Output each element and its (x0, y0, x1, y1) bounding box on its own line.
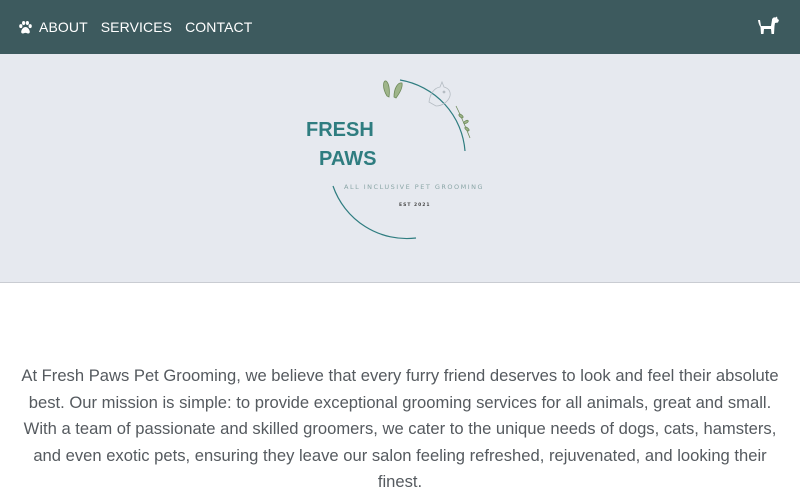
hero-banner: FRESH PAWS ALL INCLUSIVE PET GROOMING ES… (0, 54, 800, 283)
nav-menu: ABOUT SERVICES CONTACT (0, 19, 265, 35)
logo-tagline: ALL INCLUSIVE PET GROOMING (344, 183, 484, 191)
cat-icon (428, 80, 451, 107)
leaf-sprig-icon (455, 105, 471, 139)
logo-paws-text: PAWS (319, 148, 376, 170)
nav-link-contact[interactable]: CONTACT (185, 19, 252, 35)
logo-fresh-text: FRESH (306, 119, 374, 141)
navbar: ABOUT SERVICES CONTACT (0, 0, 800, 54)
nav-link-about[interactable]: ABOUT (39, 19, 88, 35)
dog-icon[interactable] (756, 14, 780, 38)
logo-est: EST 2021 (399, 202, 430, 208)
logo-arc-bottom (332, 185, 417, 240)
about-section: At Fresh Paws Pet Grooming, we believe t… (0, 283, 800, 496)
paw-icon[interactable] (18, 20, 33, 35)
bunny-ears-icon (383, 80, 403, 99)
mission-paragraph: At Fresh Paws Pet Grooming, we believe t… (21, 366, 779, 491)
nav-link-services[interactable]: SERVICES (101, 19, 172, 35)
logo-arc-top (399, 79, 466, 152)
fresh-paws-logo: FRESH PAWS ALL INCLUSIVE PET GROOMING ES… (306, 79, 484, 240)
